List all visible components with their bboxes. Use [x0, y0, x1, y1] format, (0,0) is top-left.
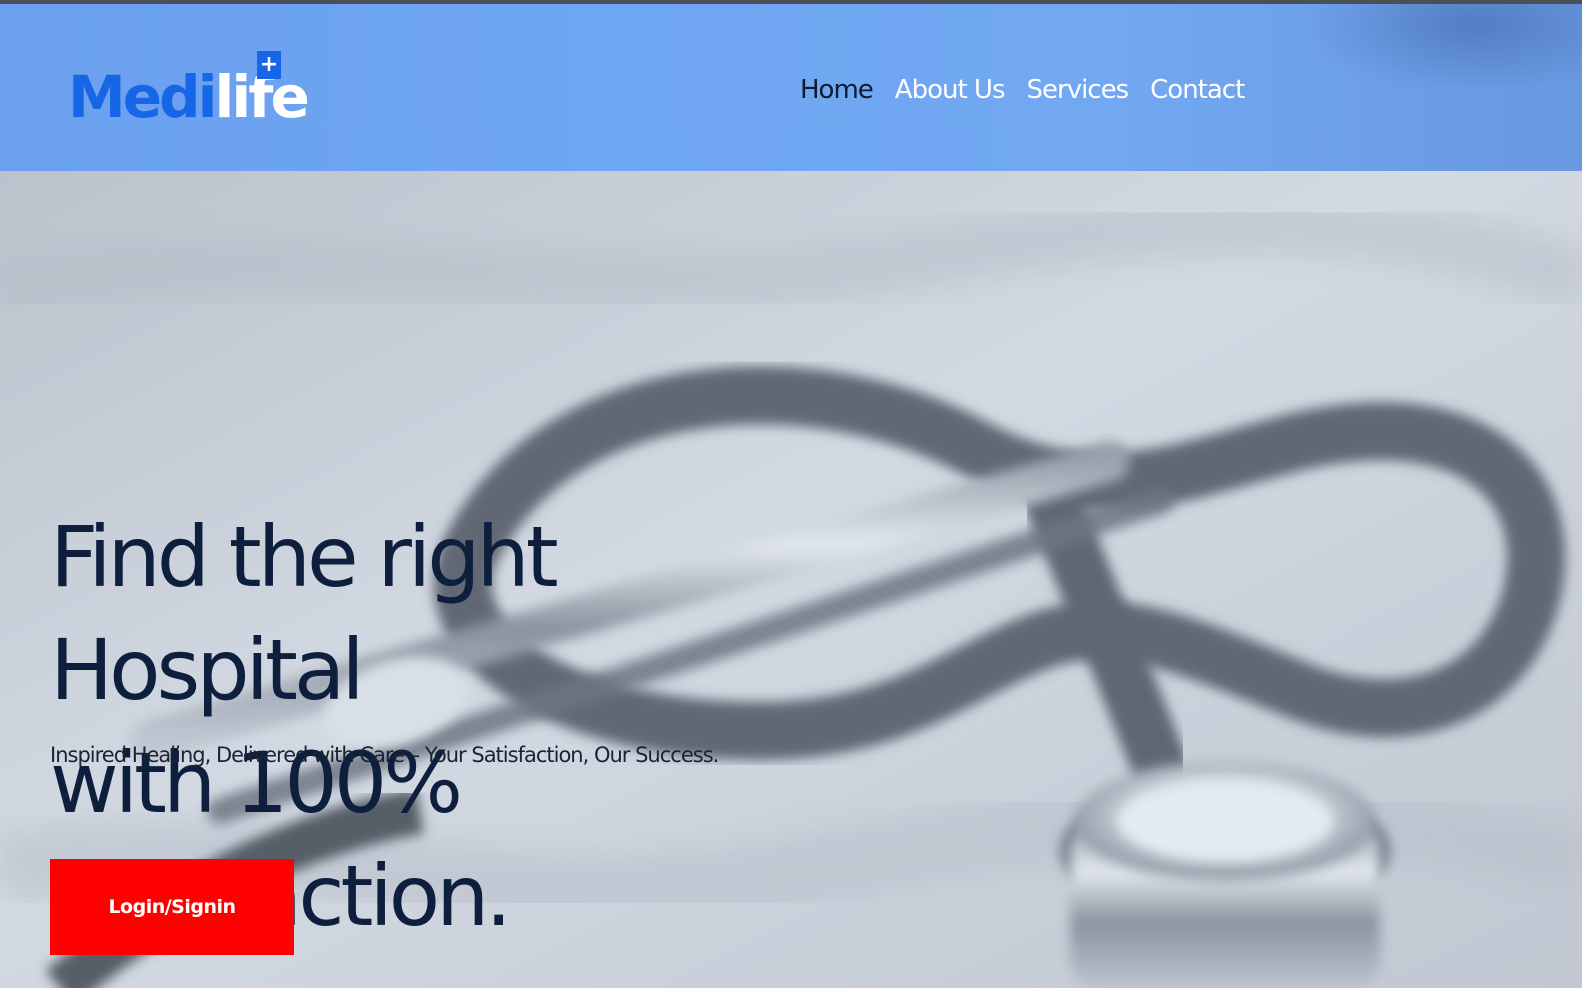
logo-text-medi: Medi — [68, 63, 217, 131]
page-bottom-edge — [0, 988, 1582, 1000]
nav-link-about-us[interactable]: About Us — [895, 75, 1006, 105]
hero-tagline: Inspired Healing, Delivered with Care – … — [50, 743, 719, 767]
landing-page: Medilife + Home About Us Services Contac… — [0, 0, 1582, 1000]
header-shadow-decoration — [1302, 4, 1582, 94]
site-header: Medilife + Home About Us Services Contac… — [0, 4, 1582, 171]
main-navigation: Home About Us Services Contact — [800, 68, 1266, 112]
medical-plus-icon: + — [257, 51, 281, 79]
hero-headline-line-1: Find the right Hospital — [50, 508, 559, 719]
login-signin-button[interactable]: Login/Signin — [50, 859, 294, 955]
nav-link-services[interactable]: Services — [1027, 75, 1130, 105]
hero-section: Find the right Hospital with 100% satisf… — [0, 171, 1582, 988]
nav-link-contact[interactable]: Contact — [1150, 75, 1245, 105]
nav-link-home[interactable]: Home — [800, 75, 874, 105]
